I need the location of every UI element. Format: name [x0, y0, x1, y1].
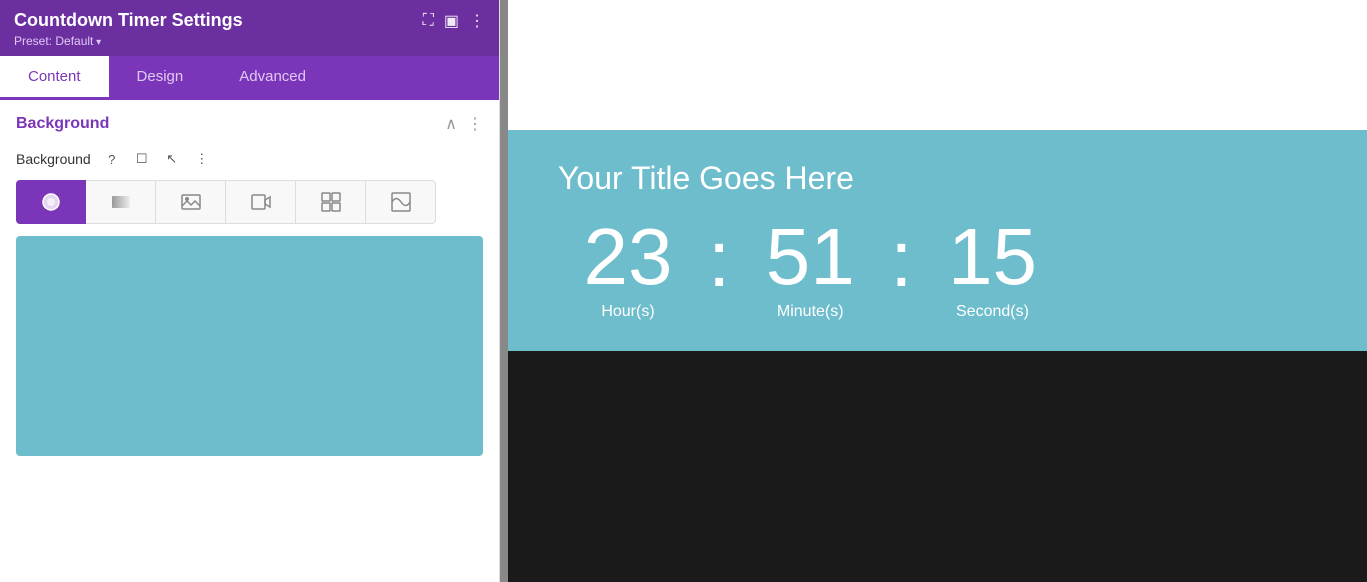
bg-more-icon[interactable]: ⋮: [191, 148, 213, 170]
panel-header: Countdown Timer Settings ⛶ ▣ ⋮ Preset: D…: [0, 0, 499, 56]
timer-colon-2: :: [880, 219, 922, 299]
bg-type-image[interactable]: [156, 180, 226, 224]
columns-icon[interactable]: ▣: [444, 11, 459, 31]
timer-hours-unit: 23 Hour(s): [558, 217, 698, 321]
section-header-icons: ∧ ⋮: [445, 114, 483, 134]
settings-panel: Countdown Timer Settings ⛶ ▣ ⋮ Preset: D…: [0, 0, 500, 582]
cursor-icon[interactable]: ↖: [161, 148, 183, 170]
section-title: Background: [16, 115, 109, 133]
bg-type-row: [0, 180, 499, 236]
panel-body: Background ∧ ⋮ Background ? ☐ ↖ ⋮: [0, 100, 499, 582]
tab-design[interactable]: Design: [109, 56, 212, 100]
collapse-icon[interactable]: ∧: [445, 114, 457, 134]
timer-minutes-label: Minute(s): [777, 303, 844, 321]
bg-type-mask[interactable]: [366, 180, 436, 224]
timer-hours-number: 23: [584, 217, 673, 297]
preset-label[interactable]: Preset: Default: [14, 34, 485, 48]
tab-advanced[interactable]: Advanced: [211, 56, 334, 100]
timer-minutes-number: 51: [766, 217, 855, 297]
maximize-icon[interactable]: ⛶: [423, 12, 434, 30]
background-controls-row: Background ? ☐ ↖ ⋮: [0, 144, 499, 180]
section-header: Background ∧ ⋮: [0, 100, 499, 144]
timer-colon-1: :: [698, 219, 740, 299]
canvas-bottom-dark: [508, 351, 1367, 582]
canvas-top-white: [508, 0, 1367, 130]
canvas-area: Your Title Goes Here 23 Hour(s) : 51 Min…: [508, 0, 1367, 582]
color-preview[interactable]: [16, 236, 483, 456]
help-icon[interactable]: ?: [101, 148, 123, 170]
timer-hours-label: Hour(s): [601, 303, 654, 321]
section-more-icon[interactable]: ⋮: [467, 114, 483, 134]
bg-label: Background: [16, 151, 91, 167]
timer-display: 23 Hour(s) : 51 Minute(s) : 15 Second(s): [558, 217, 1317, 321]
timer-seconds-label: Second(s): [956, 303, 1029, 321]
bg-type-color[interactable]: [16, 180, 86, 224]
header-top-row: Countdown Timer Settings ⛶ ▣ ⋮: [14, 10, 485, 31]
bg-type-gradient[interactable]: [86, 180, 156, 224]
mobile-icon[interactable]: ☐: [131, 148, 153, 170]
header-icons: ⛶ ▣ ⋮: [423, 11, 485, 31]
bg-type-pattern[interactable]: [296, 180, 366, 224]
more-options-icon[interactable]: ⋮: [469, 11, 485, 31]
panel-resize-handle[interactable]: [500, 0, 508, 582]
panel-title: Countdown Timer Settings: [14, 10, 423, 31]
timer-seconds-number: 15: [948, 217, 1037, 297]
timer-minutes-unit: 51 Minute(s): [740, 217, 880, 321]
bg-type-video[interactable]: [226, 180, 296, 224]
tabs-bar: Content Design Advanced: [0, 56, 499, 100]
timer-title: Your Title Goes Here: [558, 160, 1317, 197]
timer-seconds-unit: 15 Second(s): [922, 217, 1062, 321]
tab-content[interactable]: Content: [0, 56, 109, 100]
timer-section: Your Title Goes Here 23 Hour(s) : 51 Min…: [508, 130, 1367, 351]
